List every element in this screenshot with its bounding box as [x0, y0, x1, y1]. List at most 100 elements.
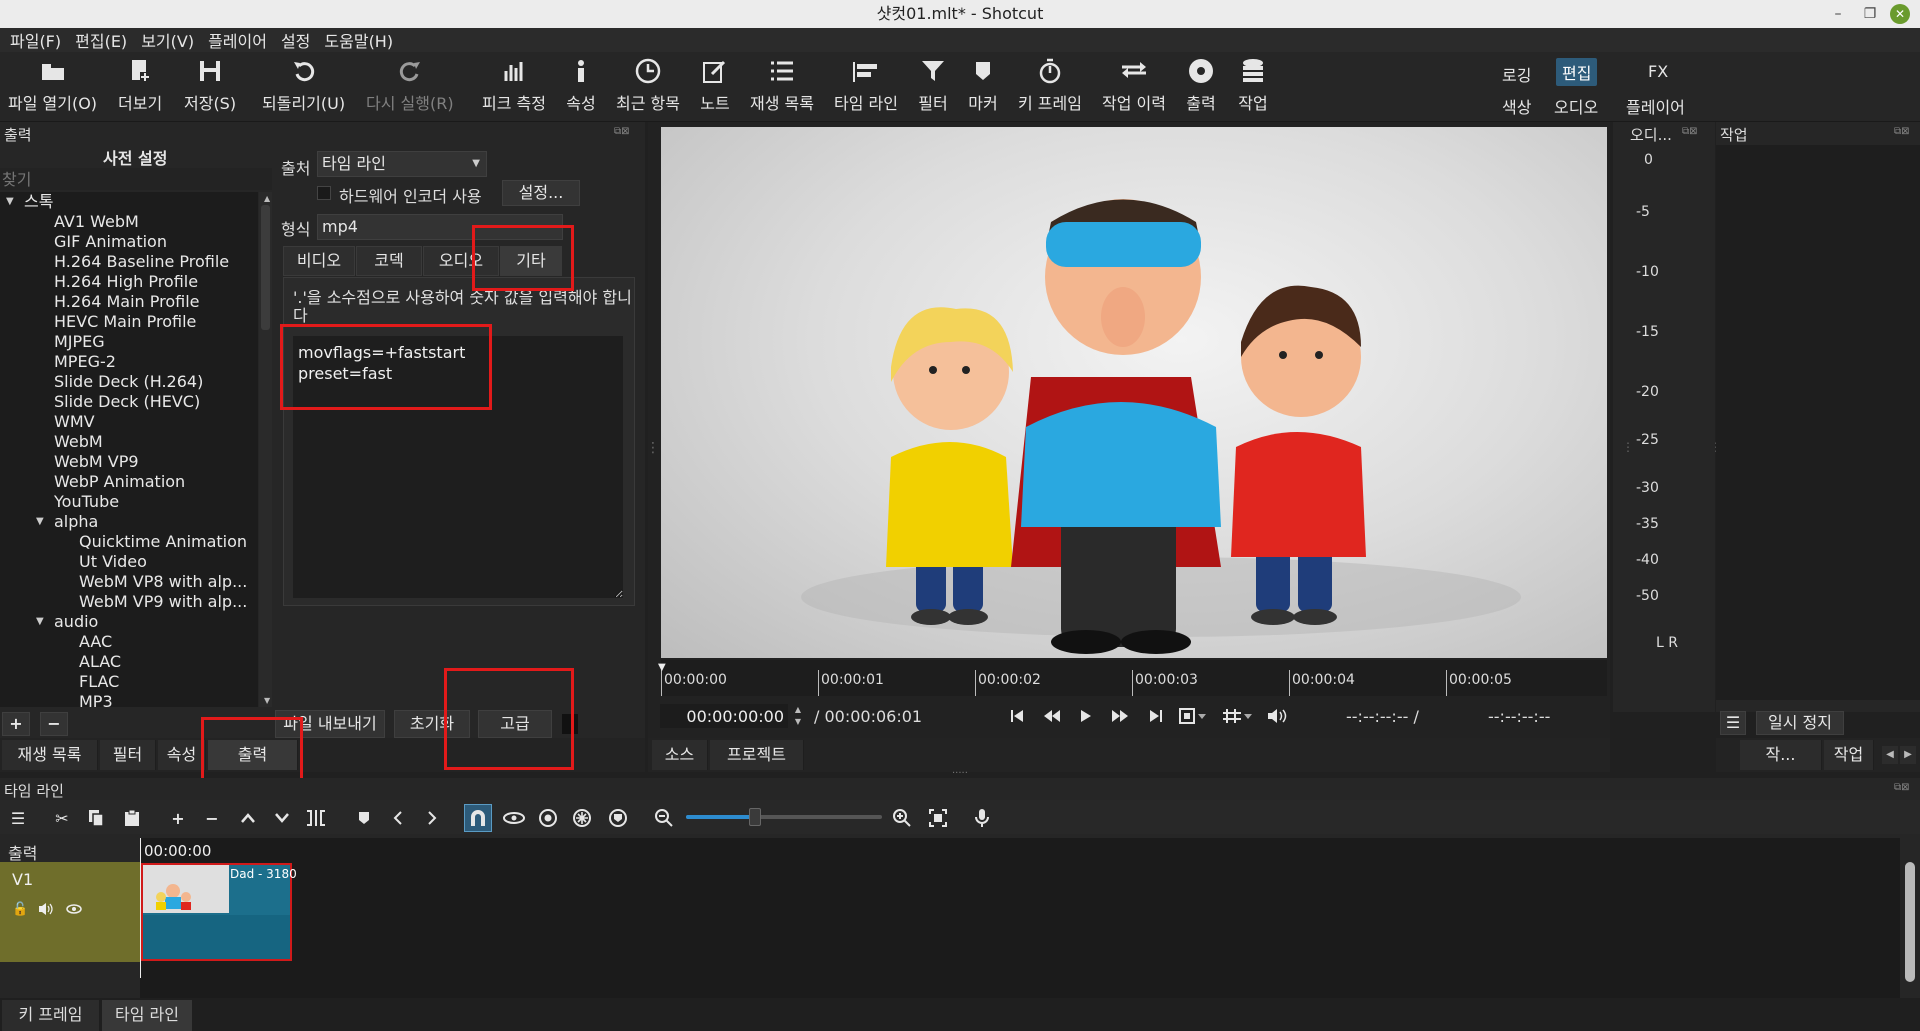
preset-item[interactable]: Quicktime Animation [0, 532, 258, 552]
pause-jobs-button[interactable]: 일시 정지 [1756, 711, 1844, 735]
jobs-list[interactable] [1716, 145, 1920, 700]
tree-group[interactable]: ▼ alpha [0, 512, 258, 532]
player-ruler[interactable]: 00:00:00 00:00:01 00:00:02 00:00:03 00:00:04… [661, 660, 1607, 696]
timeline-vertical-scrollbar[interactable] [1905, 862, 1915, 982]
export-file-button[interactable]: 파일 내보내기 [275, 710, 385, 738]
export-button[interactable]: 출력 [1186, 56, 1216, 118]
layout-logging-button[interactable]: 로깅 [1496, 60, 1537, 88]
expand-arrow-icon[interactable]: ▼ [36, 512, 44, 532]
format-combo[interactable]: mp4 [317, 214, 563, 240]
playlist-button[interactable]: 재생 목록 [750, 56, 814, 118]
open-file-button[interactable]: 파일 열기(O) [8, 56, 97, 118]
video-preview[interactable] [661, 127, 1607, 658]
save-button[interactable]: 저장(S) [184, 56, 236, 118]
preset-tree-scroll-thumb[interactable] [261, 205, 270, 330]
next-marker-icon[interactable] [420, 806, 444, 830]
menu-settings[interactable]: 설정 [281, 28, 310, 52]
zoom-fit-icon[interactable] [1178, 704, 1208, 728]
preset-item[interactable]: WebM VP8 with alp... [0, 572, 258, 592]
expand-arrow-icon[interactable]: ▼ [36, 612, 44, 632]
menu-edit[interactable]: 편집(E) [75, 28, 127, 52]
tab-jobs-short[interactable]: 작... [1740, 740, 1822, 770]
add-marker-icon[interactable] [352, 806, 376, 830]
tab-other[interactable]: 기타 [500, 246, 562, 276]
advanced-button[interactable]: 고급 [478, 710, 552, 738]
preset-item[interactable]: Slide Deck (HEVC) [0, 392, 258, 412]
layout-audio-button[interactable]: 오디오 [1548, 92, 1604, 120]
preset-item[interactable]: ALAC [0, 652, 258, 672]
remove-preset-button[interactable]: − [40, 712, 68, 736]
previous-marker-icon[interactable] [386, 806, 410, 830]
tab-properties[interactable]: 속성 [158, 740, 206, 770]
tree-group[interactable]: ▼ 스톡 [0, 192, 258, 212]
properties-button[interactable]: 속성 [566, 56, 596, 118]
tab-video[interactable]: 비디오 [283, 246, 355, 276]
zoom-in-icon[interactable] [890, 806, 914, 830]
preset-item[interactable]: H.264 Main Profile [0, 292, 258, 312]
jobs-dock-controls[interactable]: ⧉⊠ [1894, 126, 1910, 137]
notes-button[interactable]: 노트 [700, 56, 730, 118]
history-button[interactable]: 작업 이력 [1102, 56, 1166, 118]
tab-source[interactable]: 소스 [652, 740, 708, 770]
lift-icon[interactable] [236, 806, 260, 830]
ripple-all-icon[interactable] [570, 806, 594, 830]
cut-icon[interactable]: ✂ [50, 806, 74, 830]
minimize-button[interactable]: – [1828, 4, 1848, 24]
layout-editing-button[interactable]: 편집 [1556, 58, 1598, 86]
timeline-menu-icon[interactable]: ☰ [6, 806, 30, 830]
playhead-marker[interactable]: ▼ [658, 662, 666, 673]
meter-splitter[interactable]: ⋮ [1622, 440, 1634, 454]
open-other-button[interactable]: 더보기 [118, 56, 162, 118]
timeline-button[interactable]: 타임 라인 [834, 56, 898, 118]
menu-player[interactable]: 플레이어 [208, 28, 267, 52]
skip-previous-icon[interactable] [1005, 704, 1029, 728]
tab-export[interactable]: 출력 [208, 740, 298, 770]
add-preset-button[interactable]: + [2, 712, 30, 736]
preset-item[interactable]: FLAC [0, 672, 258, 692]
tree-group[interactable]: ▼ audio [0, 612, 258, 632]
scroll-down-icon[interactable]: ▼ [264, 696, 270, 705]
menu-help[interactable]: 도움말(H) [324, 28, 393, 52]
hw-encoder-checkbox[interactable] [317, 186, 331, 200]
timecode-spinner[interactable]: ▲ ▼ [791, 704, 805, 728]
jobs-menu-button[interactable]: ☰ [1720, 711, 1746, 735]
mute-icon[interactable] [38, 902, 54, 916]
copy-icon[interactable] [84, 806, 108, 830]
rewind-icon[interactable] [1040, 704, 1064, 728]
meter-dock-controls[interactable]: ⧉⊠ [1682, 126, 1698, 137]
lock-icon[interactable]: 🔓 [12, 902, 28, 917]
preset-item[interactable]: AV1 WebM [0, 212, 258, 232]
zoom-out-icon[interactable] [652, 806, 676, 830]
preset-item[interactable]: WebP Animation [0, 472, 258, 492]
undo-button[interactable]: 되돌리기(U) [262, 56, 345, 118]
from-combo[interactable]: 타임 라인 ▼ [317, 151, 487, 177]
tab-timeline[interactable]: 타임 라인 [102, 1000, 192, 1031]
tab-scroll-left-icon[interactable]: ◀ [1882, 746, 1898, 764]
tab-audio[interactable]: 오디오 [423, 246, 499, 276]
menu-file[interactable]: 파일(F) [10, 28, 61, 52]
maximize-button[interactable]: ❐ [1860, 4, 1880, 24]
tab-project[interactable]: 프로젝트 [710, 740, 804, 770]
keyframes-button[interactable]: 키 프레임 [1018, 56, 1082, 118]
grid-icon[interactable] [1220, 704, 1254, 728]
expand-arrow-icon[interactable]: ▼ [6, 192, 14, 212]
preset-item[interactable]: GIF Animation [0, 232, 258, 252]
eye-icon[interactable] [66, 904, 82, 914]
paste-icon[interactable] [120, 806, 144, 830]
scroll-up-icon[interactable]: ▲ [264, 194, 270, 203]
jobs-button[interactable]: 작업 [1238, 56, 1268, 118]
preset-item[interactable]: HEVC Main Profile [0, 312, 258, 332]
preset-tree[interactable]: ▼ 스톡 AV1 WebM GIF Animation H.264 Baseline P… [0, 192, 258, 707]
recent-button[interactable]: 최근 항목 [616, 56, 680, 118]
preset-item[interactable]: WebM VP9 with alp... [0, 592, 258, 612]
ripple-icon[interactable] [536, 806, 560, 830]
layout-color-button[interactable]: 색상 [1496, 92, 1537, 120]
close-window-button[interactable]: ✕ [1890, 4, 1910, 24]
reset-button[interactable]: 초기화 [394, 710, 470, 738]
preset-search-input[interactable] [0, 168, 272, 190]
preset-item[interactable]: MJPEG [0, 332, 258, 352]
markers-button[interactable]: 마커 [968, 56, 998, 118]
skip-next-icon[interactable] [1144, 704, 1168, 728]
tab-scroll-right-icon[interactable]: ▶ [1900, 746, 1916, 764]
tab-codec[interactable]: 코덱 [356, 246, 422, 276]
